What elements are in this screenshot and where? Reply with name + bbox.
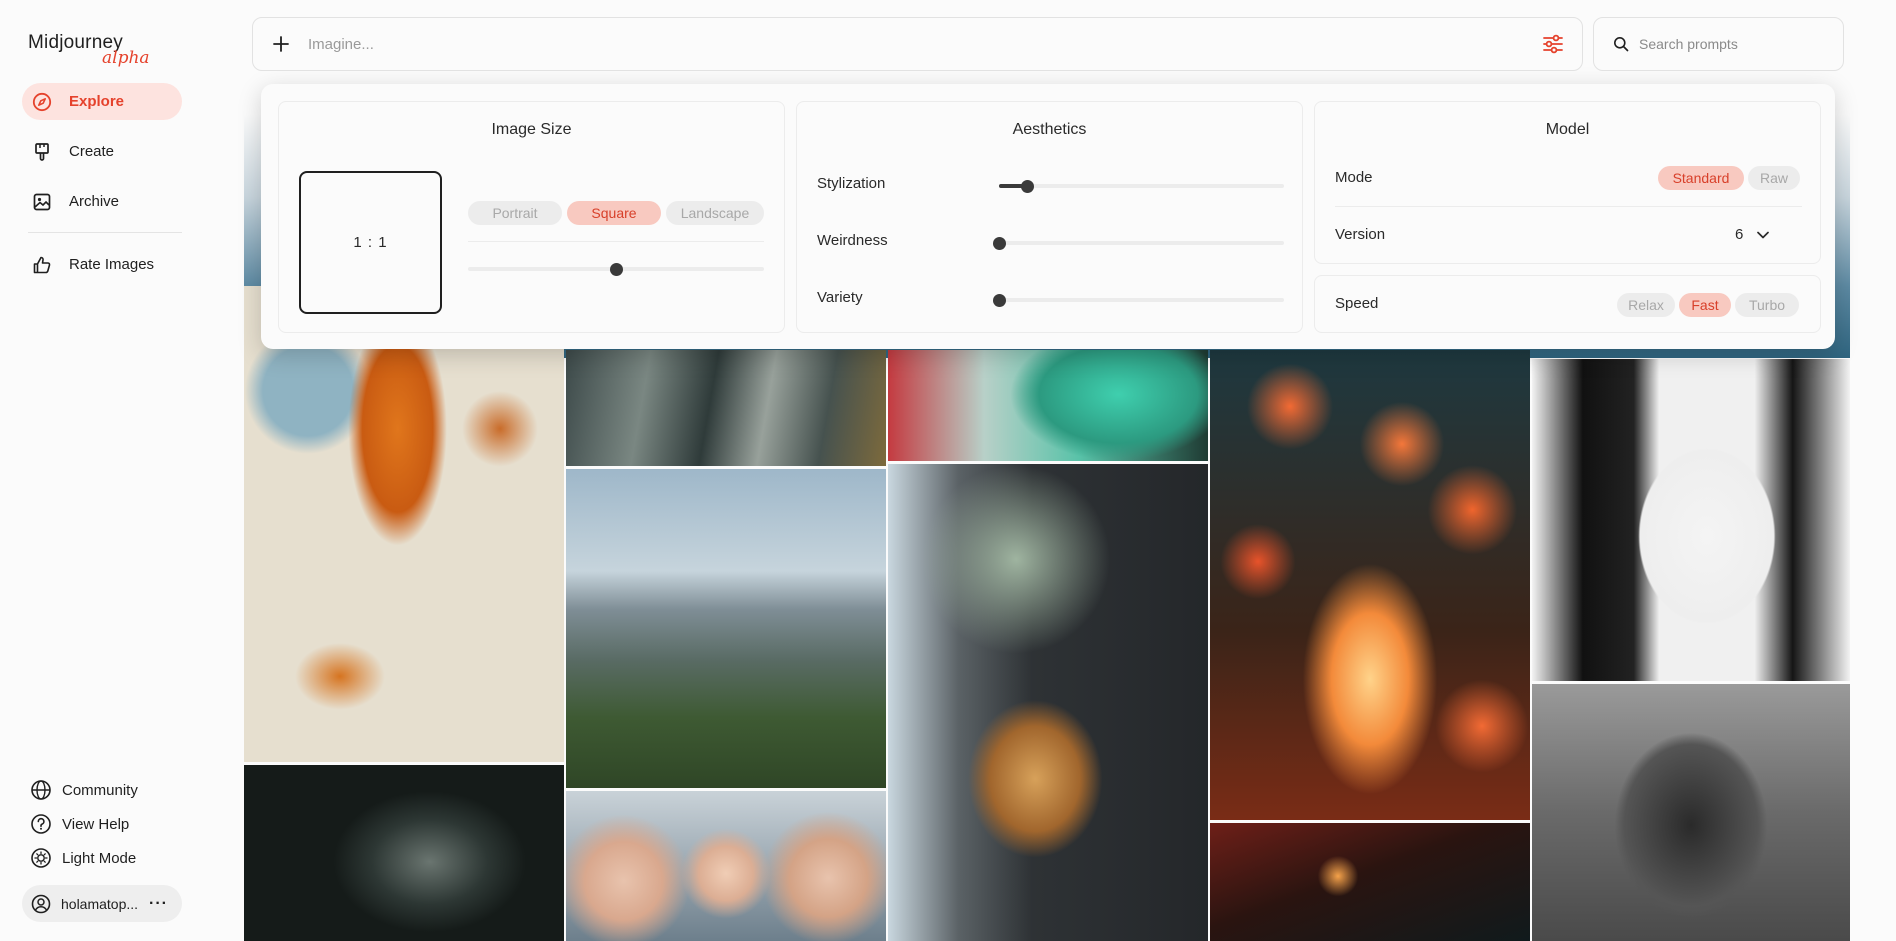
- nav-label: Light Mode: [62, 849, 137, 867]
- gallery-image[interactable]: [1532, 359, 1850, 681]
- imagine-bar: [252, 17, 1583, 71]
- nav-label: View Help: [62, 815, 130, 833]
- gallery-image[interactable]: [244, 765, 564, 941]
- speed-label: Speed: [1335, 295, 1379, 312]
- nav-create[interactable]: Create: [22, 133, 182, 170]
- speed-relax[interactable]: Relax: [1617, 293, 1675, 317]
- model-card: Model Mode Standard Raw Version 6: [1314, 101, 1821, 264]
- gallery-image[interactable]: [566, 791, 886, 941]
- mode-standard[interactable]: Standard: [1658, 166, 1744, 190]
- weirdness-slider[interactable]: [992, 236, 1284, 250]
- mode-raw[interactable]: Raw: [1748, 166, 1800, 190]
- nav-label: Create: [69, 143, 115, 160]
- sidebar: Midjourney alpha Explore Create Archive …: [0, 0, 244, 941]
- nav-view-help[interactable]: View Help: [22, 809, 182, 839]
- divider: [468, 241, 764, 242]
- gallery-image[interactable]: [1532, 684, 1850, 941]
- sun-icon: [30, 847, 52, 869]
- nav-archive[interactable]: Archive: [22, 183, 182, 220]
- more-options-icon[interactable]: ···: [149, 895, 168, 913]
- version-label: Version: [1335, 226, 1386, 243]
- version-value: 6: [1735, 226, 1744, 243]
- slider-knob[interactable]: [992, 236, 1006, 250]
- plus-icon[interactable]: [270, 33, 292, 55]
- gallery-image[interactable]: [888, 464, 1208, 941]
- variety-slider[interactable]: [992, 293, 1284, 307]
- speed-fast[interactable]: Fast: [1679, 293, 1731, 317]
- gallery-image[interactable]: [244, 286, 564, 762]
- weirdness-label: Weirdness: [817, 232, 888, 249]
- slider-knob[interactable]: [1021, 179, 1034, 193]
- nav-label: Rate Images: [69, 256, 155, 273]
- sidebar-divider: [28, 232, 182, 233]
- search-prompts-bar: [1593, 17, 1844, 71]
- compass-icon: [32, 92, 52, 112]
- search-icon: [1612, 35, 1630, 53]
- chevron-down-icon: [1757, 231, 1770, 239]
- brand-tag: alpha: [102, 48, 150, 68]
- variety-label: Variety: [817, 289, 863, 306]
- gallery-image[interactable]: [1210, 823, 1530, 941]
- speed-card: Speed Relax Fast Turbo: [1314, 275, 1821, 333]
- nav-explore[interactable]: Explore: [22, 83, 182, 120]
- nav-label: Archive: [69, 193, 120, 210]
- image-icon: [32, 192, 52, 212]
- divider: [1335, 206, 1802, 207]
- nav-light-mode[interactable]: Light Mode: [22, 843, 182, 873]
- orientation-square[interactable]: Square: [567, 201, 661, 225]
- speed-turbo[interactable]: Turbo: [1735, 293, 1799, 317]
- slider-knob[interactable]: [609, 262, 623, 276]
- card-title: Image Size: [491, 121, 572, 138]
- gallery-image[interactable]: [888, 350, 1208, 461]
- image-size-slider[interactable]: [468, 262, 764, 276]
- user-icon: [30, 893, 52, 915]
- settings-sliders-icon[interactable]: [1540, 31, 1566, 57]
- nav-label: Community: [62, 781, 138, 799]
- logo[interactable]: Midjourney alpha: [28, 32, 150, 68]
- help-icon: [30, 813, 52, 835]
- orientation-landscape[interactable]: Landscape: [666, 201, 764, 225]
- stylization-label: Stylization: [817, 175, 886, 192]
- image-size-card: Image Size 1 : 1 Portrait Square Landsca…: [278, 101, 785, 333]
- card-title: Aesthetics: [1012, 121, 1087, 138]
- globe-icon: [30, 779, 52, 801]
- nav-label: Explore: [69, 93, 125, 110]
- version-select[interactable]: 6: [1735, 226, 1770, 243]
- orientation-portrait[interactable]: Portrait: [468, 201, 562, 225]
- settings-panel: Image Size 1 : 1 Portrait Square Landsca…: [261, 84, 1835, 349]
- user-account[interactable]: holamatop... ···: [22, 885, 182, 922]
- stylization-slider[interactable]: [999, 179, 1284, 193]
- aspect-ratio-preview: 1 : 1: [299, 171, 442, 314]
- slider-knob[interactable]: [992, 293, 1006, 307]
- gallery-image[interactable]: [566, 350, 886, 466]
- search-input[interactable]: [1639, 36, 1819, 52]
- thumbs-up-icon: [32, 255, 52, 275]
- brush-icon: [32, 142, 52, 162]
- nav-rate-images[interactable]: Rate Images: [22, 246, 182, 283]
- username: holamatop...: [61, 895, 139, 912]
- gallery-image[interactable]: [566, 469, 886, 788]
- nav-community[interactable]: Community: [22, 775, 182, 805]
- gallery-image[interactable]: [1210, 350, 1530, 820]
- card-title: Model: [1545, 121, 1590, 138]
- mode-label: Mode: [1335, 169, 1373, 186]
- aesthetics-card: Aesthetics Stylization Weirdness Variety: [796, 101, 1303, 333]
- imagine-input[interactable]: [308, 35, 1540, 53]
